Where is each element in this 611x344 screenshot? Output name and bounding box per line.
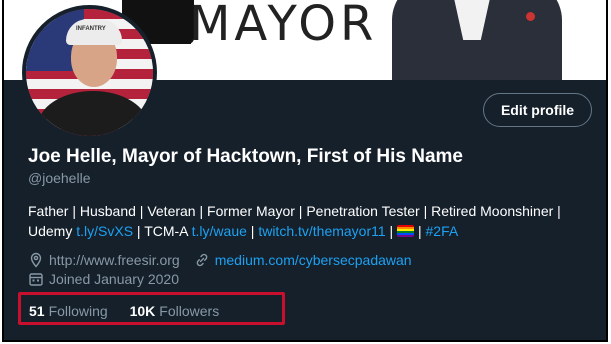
followers-label: Followers bbox=[159, 303, 220, 319]
bio-hashtag-2fa[interactable]: #2FA bbox=[426, 223, 459, 239]
joined-item: Joined January 2020 bbox=[28, 271, 179, 287]
display-name: Joe Helle, Mayor of Hacktown, First of H… bbox=[28, 146, 463, 167]
bio-text: | bbox=[414, 223, 426, 239]
profile-joined-row: Joined January 2020 bbox=[28, 271, 193, 287]
user-handle: @joehelle bbox=[28, 170, 91, 186]
profile-meta-row: http://www.freesir.org medium.com/cybers… bbox=[28, 252, 426, 268]
bio: Father | Husband | Veteran | Former Mayo… bbox=[28, 201, 598, 241]
joined-text: Joined January 2020 bbox=[49, 271, 179, 287]
avatar-cap bbox=[66, 19, 122, 45]
website-item: medium.com/cybersecpadawan bbox=[194, 252, 412, 268]
profile-card: MAYOR INFANTRY Edit profile Joe Helle, M… bbox=[2, 0, 608, 342]
bio-text: | bbox=[385, 223, 398, 239]
followers-count: 10K bbox=[129, 303, 156, 319]
bio-text: | bbox=[246, 223, 259, 239]
following-stat[interactable]: 51 Following bbox=[29, 303, 108, 319]
bio-line-1: Father | Husband | Veteran | Former Mayo… bbox=[28, 203, 561, 219]
bio-line-2: Udemy t.ly/SvXS | TCM-A t.ly/waue | twit… bbox=[28, 221, 598, 241]
bio-text: | TCM-A bbox=[133, 223, 192, 239]
banner-person bbox=[392, 0, 562, 80]
bio-text: Udemy bbox=[28, 223, 77, 239]
bio-link-tcm[interactable]: t.ly/waue bbox=[192, 223, 247, 239]
bio-link-udemy[interactable]: t.ly/SvXS bbox=[76, 223, 133, 239]
follow-stats: 51 Following 10K Followers bbox=[29, 303, 237, 319]
link-icon bbox=[196, 253, 208, 267]
banner-text: MAYOR bbox=[189, 0, 378, 52]
location-text: http://www.freesir.org bbox=[49, 252, 180, 268]
location-icon bbox=[30, 252, 42, 268]
avatar[interactable]: INFANTRY bbox=[22, 5, 157, 140]
website-link[interactable]: medium.com/cybersecpadawan bbox=[215, 252, 412, 268]
rainbow-flag-emoji bbox=[397, 225, 415, 237]
location-item: http://www.freesir.org bbox=[28, 252, 180, 268]
following-count: 51 bbox=[29, 303, 45, 319]
calendar-icon bbox=[29, 273, 43, 286]
edit-profile-button[interactable]: Edit profile bbox=[483, 93, 592, 127]
banner-lapel-pin bbox=[526, 12, 535, 21]
avatar-cap-text: INFANTRY bbox=[76, 26, 106, 32]
followers-stat[interactable]: 10K Followers bbox=[130, 303, 220, 319]
following-label: Following bbox=[48, 303, 108, 319]
bio-link-twitch[interactable]: twitch.tv/themayor11 bbox=[258, 223, 385, 239]
